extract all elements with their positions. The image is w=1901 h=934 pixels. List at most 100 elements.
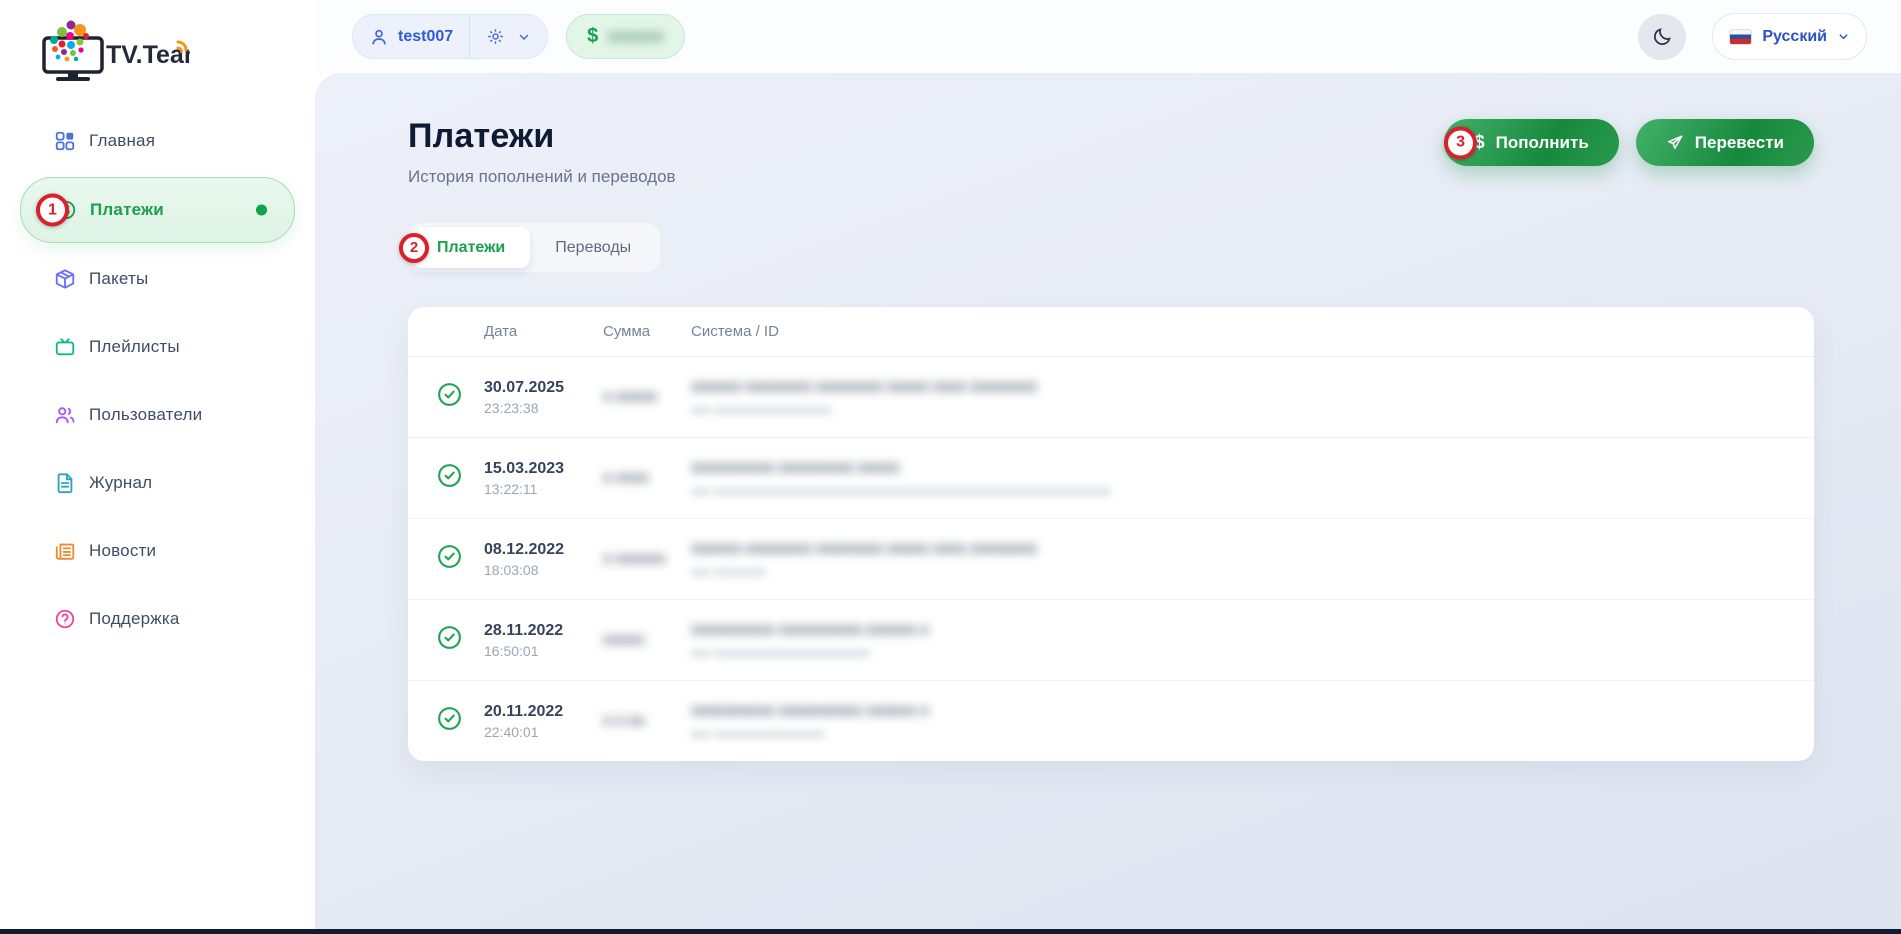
system-cell: xxxxxx xxxxxxxx xxxxxxxx xxxxx xxxx xxxx… [691, 540, 1814, 579]
payment-amount-blurred: x xxxx [603, 469, 649, 486]
annotation-badge-3: 3 [1444, 126, 1477, 159]
sidebar-item-payments[interactable]: Платежи 1 [20, 177, 295, 243]
payment-id-blurred: xxx xxxxxxxxxxxxxxxxxxxxxxxxxxxxxxxxxxxx… [691, 483, 1814, 498]
russian-flag-icon [1729, 29, 1752, 45]
newspaper-icon [53, 539, 77, 563]
date-cell: 28.11.2022 16:50:01 [484, 622, 603, 659]
sidebar-item-label: Главная [89, 131, 155, 151]
payment-system-blurred: xxxxxx xxxxxxxx xxxxxxxx xxxxx xxxx xxxx… [691, 378, 1814, 395]
page-actions: $ Пополнить 3 Перевести [1444, 119, 1814, 166]
amount-cell: x xxxxx [603, 388, 691, 406]
topup-button-label: Пополнить [1496, 133, 1589, 153]
payment-date: 20.11.2022 [484, 703, 603, 721]
transfer-button[interactable]: Перевести [1636, 119, 1814, 166]
payment-time: 13:22:11 [484, 481, 603, 497]
language-selector[interactable]: Русский [1712, 13, 1867, 60]
balance-chip[interactable]: $ xxxxxx [566, 14, 685, 59]
date-cell: 08.12.202218:03:08 [484, 541, 603, 578]
payment-amount-blurred: x x xx [603, 712, 645, 729]
balance-value-blurred: xxxxxx [608, 28, 664, 45]
topup-button[interactable]: $ Пополнить 3 [1444, 119, 1619, 166]
tv-team-logo-icon: TV.Team [40, 16, 190, 84]
tab-transfers-label: Переводы [555, 239, 631, 257]
window-bottom-edge [0, 929, 1901, 934]
chevron-down-icon [517, 30, 531, 44]
sidebar-item-label: Платежи [90, 200, 164, 220]
sidebar-item-support[interactable]: Поддержка [20, 587, 295, 651]
sidebar-item-label: Пользователи [89, 405, 202, 425]
payment-system-blurred: xxxxxxxxxx xxxxxxxxxx xxxxxx x [691, 702, 1814, 719]
tab-transfers[interactable]: Переводы [530, 227, 656, 268]
brand-logo[interactable]: TV.Team [40, 16, 190, 89]
check-circle-icon [436, 543, 463, 570]
status-cell [436, 462, 484, 494]
tab-payments-label: Платежи [437, 239, 505, 257]
main-area: test007 $ xxxxxx Русский Платежи История [315, 0, 1901, 929]
page-title-block: Платежи История пополнений и переводов [408, 117, 676, 187]
payment-id-blurred: xxx xxxxxxxx [691, 564, 1814, 579]
sidebar-item-label: Новости [89, 541, 156, 561]
gear-icon [486, 27, 505, 46]
currency-symbol: $ [587, 25, 598, 48]
sidebar-item-news[interactable]: Новости [20, 519, 295, 583]
user-section[interactable]: test007 [353, 15, 469, 58]
sidebar-nav: Главная Платежи 1 Пакеты Плейлисты [0, 109, 315, 655]
sidebar-item-packages[interactable]: Пакеты [20, 247, 295, 311]
payment-id-blurred: xxx xxxxxxxxxxxxxxxxxxxxxxxx [691, 645, 1814, 660]
payment-date: 28.11.2022 [484, 622, 603, 640]
payment-time: 16:50:01 [484, 643, 603, 659]
user-icon [369, 27, 389, 47]
amount-cell: x xxxxxx [603, 550, 691, 568]
status-cell [436, 624, 484, 656]
dashboard-icon [53, 129, 77, 153]
sidebar-item-label: Поддержка [89, 609, 180, 629]
check-circle-icon [436, 705, 463, 732]
check-circle-icon [436, 381, 463, 408]
package-icon [53, 267, 77, 291]
sidebar-item-playlists[interactable]: Плейлисты [20, 315, 295, 379]
tab-payments[interactable]: Платежи 2 [412, 227, 530, 268]
system-cell: xxxxxxxxxx xxxxxxxxxx xxxxxx x xxx xxxxxx… [691, 702, 1814, 741]
date-cell: 20.11.2022 22:40:01 [484, 703, 603, 740]
document-icon [53, 471, 77, 495]
table-row[interactable]: 30.07.202523:23:38 x xxxxx xxxxxx xxxxxx… [408, 357, 1814, 438]
sidebar-item-label: Плейлисты [89, 337, 180, 357]
tab-strip: Платежи 2 Переводы [408, 223, 660, 272]
payment-time: 18:03:08 [484, 562, 603, 578]
svg-text:TV.Team: TV.Team [106, 41, 190, 69]
status-cell [436, 543, 484, 575]
amount-cell: x x xx [603, 712, 691, 730]
sidebar-item-journal[interactable]: Журнал [20, 451, 295, 515]
check-circle-icon [436, 462, 463, 489]
payment-amount-blurred: xxxxx [603, 631, 645, 648]
payment-time: 22:40:01 [484, 724, 603, 740]
content-area: Платежи История пополнений и переводов $… [315, 73, 1901, 929]
user-chip[interactable]: test007 [352, 14, 548, 59]
payment-system-blurred: xxxxxxxxxx xxxxxxxxx xxxxx [691, 459, 1814, 476]
table-row[interactable]: 08.12.202218:03:08 x xxxxxx xxxxxx xxxxx… [408, 519, 1814, 600]
page-subtitle: История пополнений и переводов [408, 167, 676, 187]
user-settings-section[interactable] [470, 15, 547, 58]
date-column-header: Дата [484, 323, 603, 340]
payment-id-blurred: xxx xxxxxxxxxxxxxxxxx [691, 726, 1814, 741]
system-column-header: Система / ID [691, 323, 1814, 340]
tv-icon [53, 335, 77, 359]
table-row[interactable]: 20.11.2022 22:40:01 x x xx xxxxxxxxxx xxx… [408, 681, 1814, 761]
users-icon [53, 403, 77, 427]
sidebar-item-home[interactable]: Главная [20, 109, 295, 173]
amount-cell: x xxxx [603, 469, 691, 487]
page-header: Платежи История пополнений и переводов $… [315, 73, 1901, 187]
dark-mode-toggle[interactable] [1638, 14, 1686, 60]
payments-table-card: Дата Сумма Система / ID 30.07.202523:23:… [408, 307, 1814, 761]
date-cell: 15.03.202313:22:11 [484, 460, 603, 497]
moon-icon [1652, 26, 1673, 47]
payment-id-blurred: xxx xxxxxxxxxxxxxxxxxx [691, 402, 1814, 417]
payment-amount-blurred: x xxxxx [603, 388, 657, 405]
table-row[interactable]: 15.03.202313:22:11 x xxxx xxxxxxxxxx xxx… [408, 438, 1814, 519]
page-title: Платежи [408, 117, 676, 156]
payment-system-blurred: xxxxxx xxxxxxxx xxxxxxxx xxxxx xxxx xxxx… [691, 540, 1814, 557]
table-row[interactable]: 28.11.202216:50:01 xxxxx xxxxxxxxxx xxxx… [408, 600, 1814, 681]
check-circle-icon [436, 624, 463, 651]
chevron-down-icon [1837, 30, 1850, 43]
sidebar-item-users[interactable]: Пользователи [20, 383, 295, 447]
